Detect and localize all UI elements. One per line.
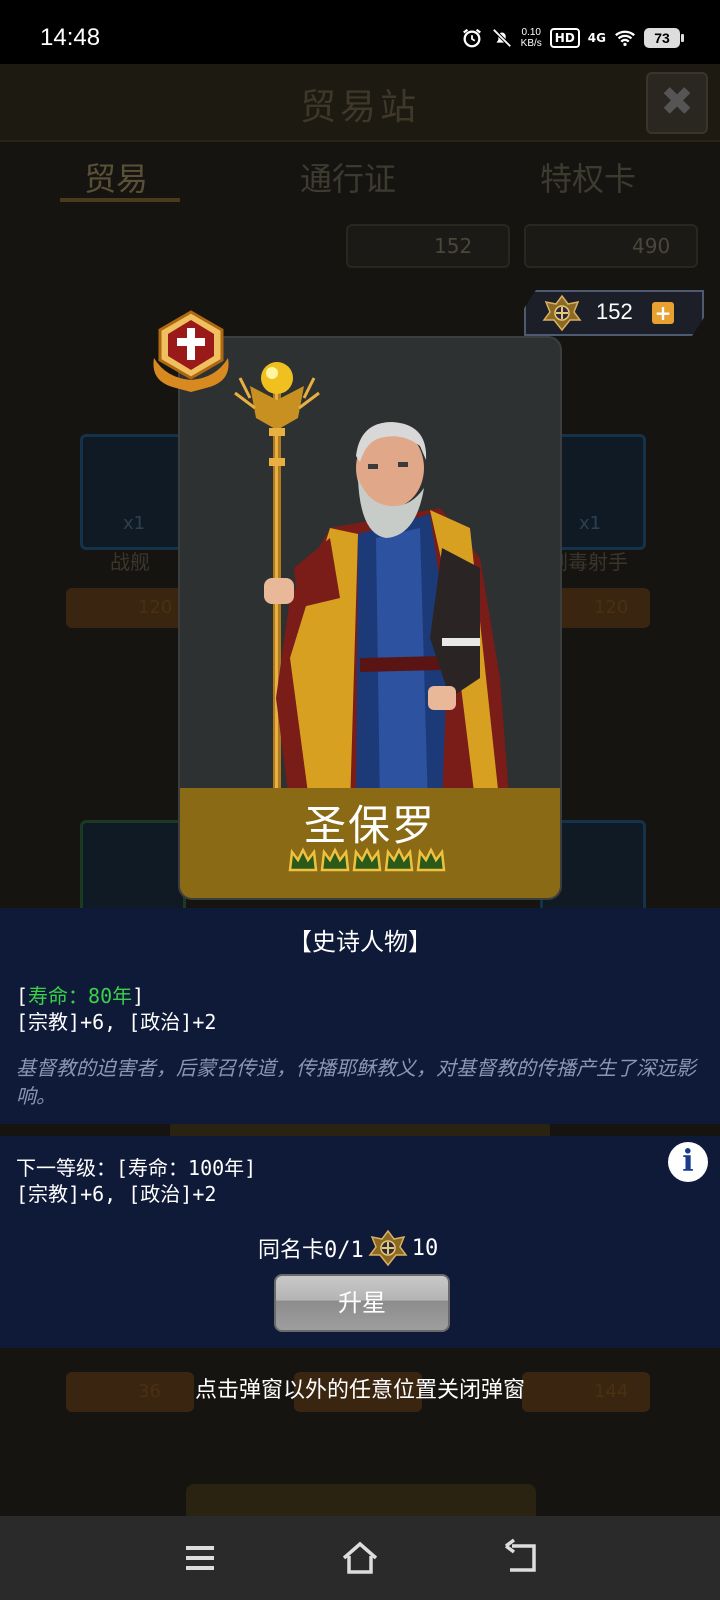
- duplicate-card-label: 同名卡0/1: [258, 1238, 364, 1263]
- header: 贸易站 ✖: [0, 64, 720, 142]
- add-emblem-button[interactable]: +: [652, 302, 674, 324]
- lifespan-line: [寿命：80年]: [16, 984, 145, 1008]
- status-bar: 14:48 0.10 KB/s HD 4G 73: [0, 0, 720, 64]
- currency-emblem: 152: [346, 224, 510, 268]
- lifespan-value: 寿命：80年: [28, 984, 133, 1008]
- alarm-icon: [462, 28, 481, 48]
- mute-icon: [492, 28, 512, 48]
- emblem-count: 152: [596, 299, 633, 324]
- next-level-stats: [宗教]+6, [政治]+2: [16, 1182, 217, 1206]
- price-button[interactable]: 120: [66, 588, 194, 628]
- info-icon[interactable]: i: [668, 1142, 708, 1182]
- hero-card: 圣保罗: [178, 336, 562, 900]
- menu-icon[interactable]: [180, 1538, 220, 1578]
- tab-trade[interactable]: 贸易: [84, 154, 148, 200]
- home-icon[interactable]: [340, 1538, 380, 1578]
- holy-cross-badge-icon: [153, 310, 229, 392]
- crown-icon: [320, 847, 350, 872]
- tab-underline: [60, 198, 180, 202]
- upgrade-star-button[interactable]: 升星: [274, 1274, 450, 1332]
- tab-bar: 贸易 通行证 特权卡: [0, 154, 720, 214]
- wifi-icon: [615, 30, 635, 47]
- next-level-line: 下一等级：[寿命：100年]: [16, 1156, 257, 1180]
- duplicate-card-requirement: 同名卡0/1 10: [258, 1228, 438, 1268]
- close-button[interactable]: ✖: [646, 72, 708, 134]
- item-card[interactable]: x1: [80, 434, 186, 550]
- net-speed: 0.10 KB/s: [520, 27, 542, 49]
- battery-indicator: 73: [644, 28, 684, 48]
- currency-gem: 490: [524, 224, 698, 268]
- back-icon[interactable]: [500, 1538, 540, 1578]
- emblem-icon: [368, 1229, 408, 1267]
- signal-indicator: 4G: [587, 31, 606, 45]
- crown-icon: [384, 847, 414, 872]
- emblem-icon: [542, 294, 582, 332]
- stats-line: [宗教]+6, [政治]+2: [16, 1010, 217, 1034]
- tab-privilege-card[interactable]: 特权卡: [540, 154, 636, 200]
- clock: 14:48: [40, 24, 101, 51]
- crown-icon: [416, 847, 446, 872]
- rarity-label: 【史诗人物】: [288, 928, 432, 956]
- tab-pass[interactable]: 通行证: [300, 154, 396, 200]
- page-title: 贸易站: [299, 87, 420, 128]
- crown-icon: [288, 847, 318, 872]
- dismiss-hint: 点击弹窗以外的任意位置关闭弹窗: [194, 1378, 525, 1403]
- hero-description: 基督教的迫害者，后蒙召传道，传播耶稣教义，对基督教的传播产生了深远影响。: [16, 1056, 696, 1108]
- duplicate-cost: 10: [411, 1235, 439, 1261]
- item-label: 战舰: [110, 550, 150, 574]
- star-rating: [288, 846, 446, 874]
- status-icons: 0.10 KB/s HD 4G 73: [461, 24, 684, 52]
- hd-badge: HD: [549, 28, 580, 48]
- emblem-currency-chip[interactable]: 152 +: [524, 290, 704, 336]
- hero-name: 圣保罗: [303, 801, 436, 850]
- hero-info-panel: 【史诗人物】 [寿命：80年] [宗教]+6, [政治]+2 基督教的迫害者，后…: [0, 908, 720, 1124]
- system-nav-bar: [0, 1516, 720, 1600]
- crown-icon: [352, 847, 382, 872]
